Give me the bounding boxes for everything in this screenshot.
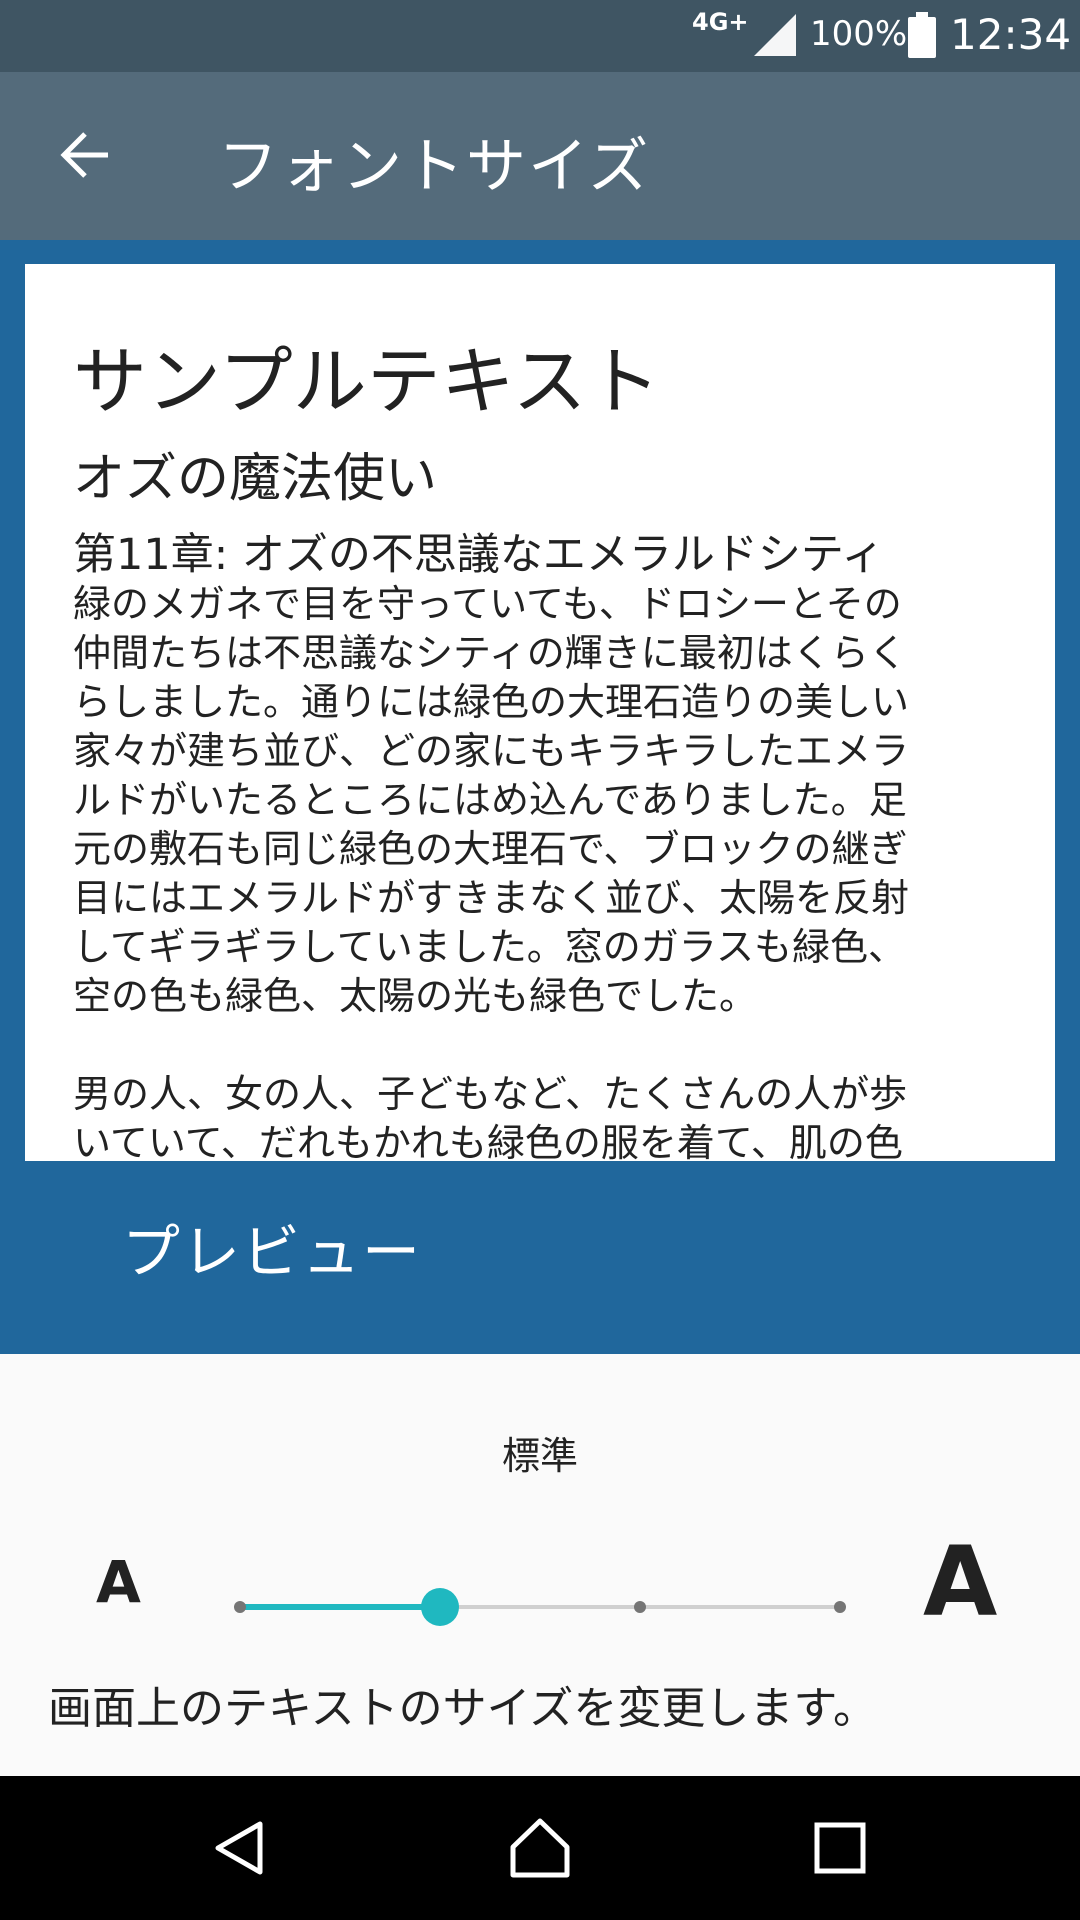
preview-region: サンプルテキスト オズの魔法使い 第11章: オズの不思議なエメラルドシティ 緑… xyxy=(0,240,1080,1354)
preview-body-line: 緑のメガネで目を守っていても、ドロシーとその xyxy=(73,582,902,626)
preview-body-line xyxy=(73,1021,1023,1070)
slider-tick[interactable] xyxy=(634,1601,646,1613)
signal-icon xyxy=(754,14,796,56)
preview-body-line: してギラギラしていました。窓のガラスも緑色、 xyxy=(73,925,906,969)
preview-body-line: 仲間たちは不思議なシティの輝きに最初はくらく xyxy=(73,631,907,675)
setting-description: 画面上のテキストのサイズを変更します。 xyxy=(48,1683,877,1734)
nav-home-button[interactable] xyxy=(500,1808,580,1888)
preview-body-line: 家々が建ち並び、どの家にもキラキラしたエメラ xyxy=(73,729,910,773)
network-type: 4G+ xyxy=(692,8,749,36)
recents-square-icon xyxy=(814,1822,866,1874)
status-bar: 4G+ 100% 12:34 xyxy=(0,0,1080,72)
battery-icon xyxy=(908,12,936,58)
preview-body-line: いていて、だれもかれも緑色の服を着て、肌の色 xyxy=(73,1121,903,1161)
nav-recents-button[interactable] xyxy=(800,1808,880,1888)
smaller-size-indicator: A xyxy=(96,1548,141,1616)
clock: 12:34 xyxy=(950,10,1072,59)
preview-body-line: 空の色も緑色、太陽の光も緑色でした。 xyxy=(73,974,758,1018)
preview-body-line: 元の敷石も同じ緑色の大理石で、ブロックの継ぎ xyxy=(73,827,908,871)
font-size-slider[interactable] xyxy=(234,1587,846,1627)
navigation-bar xyxy=(0,1776,1080,1920)
larger-size-indicator: A xyxy=(923,1526,998,1638)
preview-body-line: 目にはエメラルドがすきまなく並び、太陽を反射 xyxy=(73,876,910,920)
slider-track-fill xyxy=(240,1604,440,1610)
battery-percentage: 100% xyxy=(810,14,908,54)
slider-tick[interactable] xyxy=(834,1601,846,1613)
preview-card[interactable]: サンプルテキスト オズの魔法使い 第11章: オズの不思議なエメラルドシティ 緑… xyxy=(25,264,1055,1161)
home-icon xyxy=(510,1818,570,1878)
font-size-value-label: 標準 xyxy=(501,1434,578,1478)
preview-body-text: 緑のメガネで目を守っていても、ドロシーとその 仲間たちは不思議なシティの輝きに最初… xyxy=(73,580,1023,1161)
arrow-left-icon xyxy=(60,132,108,178)
preview-body-line: 男の人、女の人、子どもなど、たくさんの人が歩 xyxy=(73,1072,908,1116)
preview-chapter-heading: 第11章: オズの不思議なエメラルドシティ xyxy=(73,530,885,580)
app-bar: フォントサイズ xyxy=(0,72,1080,240)
back-triangle-icon xyxy=(215,1821,263,1875)
preview-label: プレビュー xyxy=(122,1218,423,1286)
preview-title: サンプルテキスト xyxy=(73,339,661,425)
font-size-settings: 標準 A A 画面上のテキストのサイズを変更します。 xyxy=(0,1354,1080,1776)
back-button[interactable] xyxy=(42,112,128,198)
slider-thumb[interactable] xyxy=(421,1588,459,1626)
preview-body-line: ルドがいたるところにはめ込んでありました。足 xyxy=(73,778,907,822)
preview-body-line: らしました。通りには緑色の大理石造りの美しい xyxy=(73,680,910,724)
slider-tick[interactable] xyxy=(234,1601,246,1613)
preview-subtitle: オズの魔法使い xyxy=(73,449,438,509)
page-title: フォントサイズ xyxy=(218,132,651,202)
nav-back-button[interactable] xyxy=(200,1808,280,1888)
